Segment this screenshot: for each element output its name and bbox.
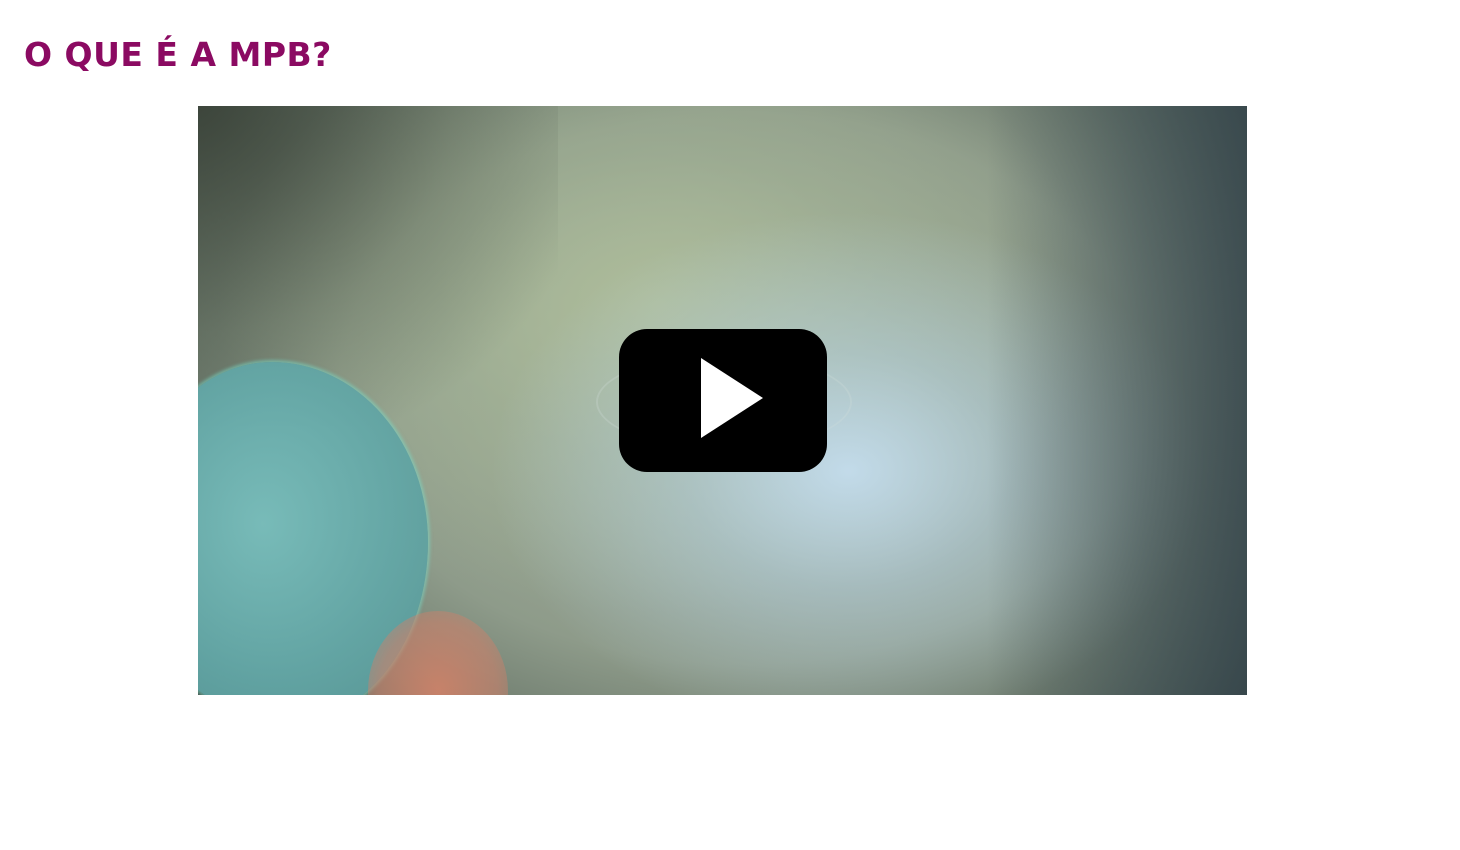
play-button[interactable] xyxy=(619,329,827,472)
video-player[interactable] xyxy=(198,106,1247,695)
video-thumbnail-vignette xyxy=(987,106,1247,695)
page: O QUE É A MPB? xyxy=(0,0,1460,850)
page-title: O QUE É A MPB? xyxy=(24,35,332,74)
play-icon xyxy=(701,358,763,438)
